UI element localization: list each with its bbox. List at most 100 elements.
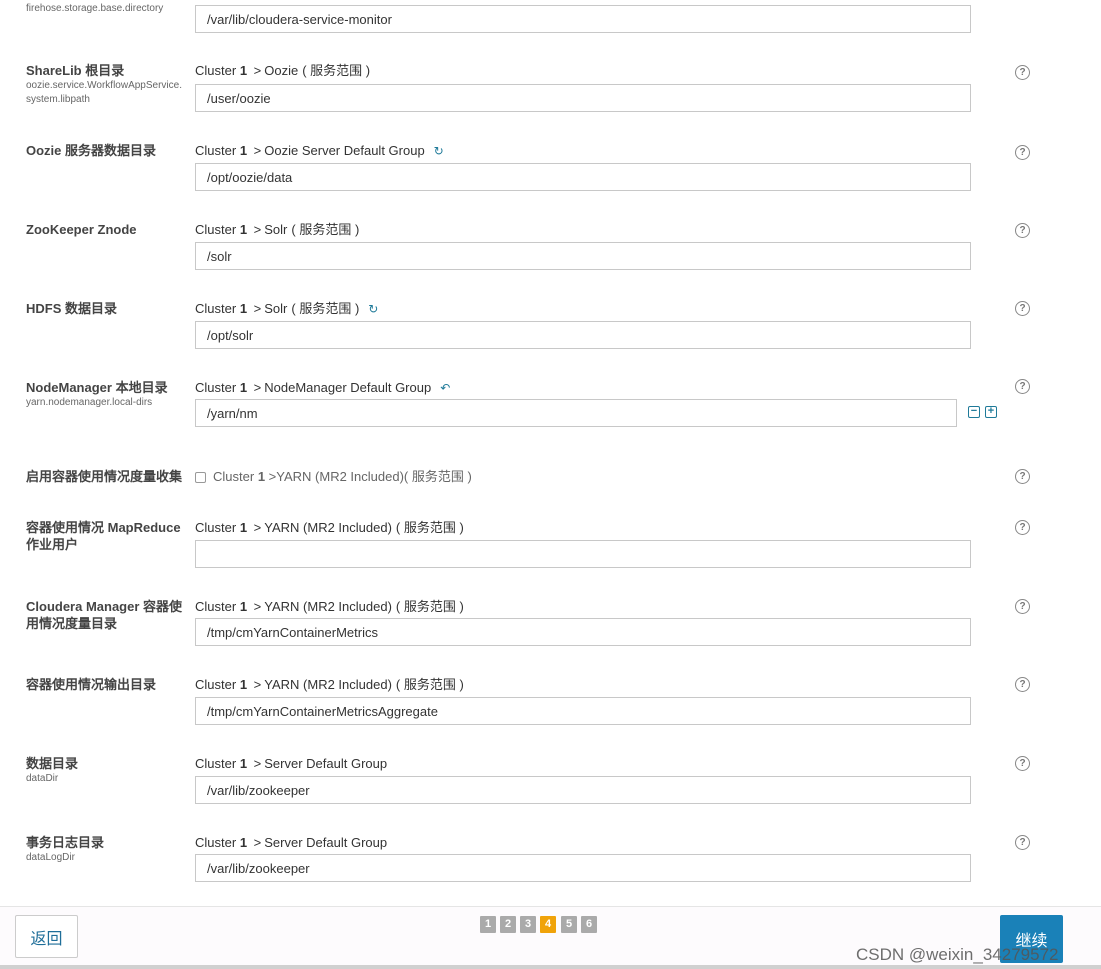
config-title: NodeManager 本地目录 <box>26 380 168 395</box>
help-icon[interactable]: ? <box>1015 835 1030 850</box>
config-scope: Cluster 1 >YARN (MR2 Included)( 服务范围 ) <box>195 520 464 536</box>
scope-target: YARN (MR2 Included) <box>276 469 404 484</box>
remove-value-icon[interactable]: − <box>968 406 980 418</box>
page-step-2[interactable]: 2 <box>500 916 516 933</box>
scope-cluster-number: 1 <box>239 380 248 395</box>
config-label: Oozie 服务器数据目录 <box>26 142 186 159</box>
help-icon[interactable]: ? <box>1015 520 1030 535</box>
scope-separator: > <box>253 756 262 771</box>
config-label: ShareLib 根目录 oozie.service.WorkflowAppSe… <box>26 62 186 107</box>
page-step-6[interactable]: 6 <box>581 916 597 933</box>
scope-cluster-number: 1 <box>239 599 248 614</box>
config-label: firehose.storage.base.directory <box>26 2 186 16</box>
config-key: firehose.storage.base.directory <box>26 3 164 14</box>
add-value-icon[interactable]: + <box>985 406 997 418</box>
scope-cluster: Cluster <box>195 222 237 237</box>
wizard-footer: 返回 1 2 3 4 5 6 继续 CSDN @weixin_34279572 <box>0 906 1101 969</box>
config-value-input[interactable] <box>195 242 971 270</box>
scope-cluster: Cluster <box>195 835 237 850</box>
config-value-input[interactable] <box>195 618 971 646</box>
config-scope: Cluster 1 >YARN (MR2 Included)( 服务范围 ) <box>195 677 464 693</box>
config-title: 启用容器使用情况度量收集 <box>26 469 183 484</box>
page-step-5[interactable]: 5 <box>561 916 577 933</box>
scope-cluster-number: 1 <box>239 301 248 316</box>
scope-cluster: Cluster <box>195 599 237 614</box>
refresh-icon[interactable]: ↻ <box>368 301 378 317</box>
scope-cluster: Cluster <box>195 756 237 771</box>
config-label: 容器使用情况 MapReduce 作业用户 <box>26 519 186 553</box>
config-value-input[interactable] <box>195 84 971 112</box>
undo-icon[interactable]: ↶ <box>440 380 450 396</box>
help-icon[interactable]: ? <box>1015 301 1030 316</box>
config-scope: Cluster 1 >YARN (MR2 Included)( 服务范围 ) <box>195 599 464 615</box>
back-button[interactable]: 返回 <box>15 915 78 958</box>
scope-cluster: Cluster <box>195 677 237 692</box>
config-value-input[interactable] <box>195 321 971 349</box>
scope-separator: > <box>253 599 262 614</box>
config-title: HDFS 数据目录 <box>26 301 118 316</box>
config-value-input[interactable] <box>195 854 971 882</box>
config-label: 容器使用情况输出目录 <box>26 676 186 693</box>
scope-separator: > <box>253 63 262 78</box>
scope-cluster: Cluster <box>213 469 255 484</box>
scope-cluster-number: 1 <box>239 520 248 535</box>
config-label: ZooKeeper Znode <box>26 221 186 238</box>
scope-cluster-number: 1 <box>239 222 248 237</box>
config-value-input[interactable] <box>195 697 971 725</box>
enable-checkbox[interactable] <box>195 472 206 483</box>
help-icon[interactable]: ? <box>1015 599 1030 614</box>
page-step-1[interactable]: 1 <box>480 916 496 933</box>
config-scope: Cluster 1 > Oozie Server Default Group ↻ <box>195 143 444 159</box>
config-title: 容器使用情况 MapReduce 作业用户 <box>26 520 181 552</box>
config-title: ZooKeeper Znode <box>26 222 137 237</box>
page-step-3[interactable]: 3 <box>520 916 536 933</box>
page-step-4[interactable]: 4 <box>540 916 556 933</box>
scope-separator: > <box>253 301 262 316</box>
config-label: HDFS 数据目录 <box>26 300 186 317</box>
scope-cluster-number: 1 <box>239 677 248 692</box>
config-label: 事务日志目录 dataLogDir <box>26 834 186 865</box>
help-icon[interactable]: ? <box>1015 677 1030 692</box>
scope-target: NodeManager Default Group <box>264 380 432 395</box>
config-scope: Cluster 1 > Server Default Group <box>195 756 387 772</box>
scope-cluster: Cluster <box>195 520 237 535</box>
config-scope: Cluster 1 > Oozie( 服务范围 ) <box>195 63 370 79</box>
scope-cluster: Cluster <box>195 380 237 395</box>
config-scope: Cluster 1 > Solr( 服务范围 ) <box>195 222 359 238</box>
config-key: oozie.service.WorkflowAppService.system.… <box>26 80 182 105</box>
config-label: Cloudera Manager 容器使用情况度量目录 <box>26 598 186 632</box>
scope-cluster: Cluster <box>195 301 237 316</box>
config-value-input[interactable] <box>195 540 971 568</box>
config-label: NodeManager 本地目录 yarn.nodemanager.local-… <box>26 379 186 410</box>
config-value-input[interactable] <box>195 163 971 191</box>
scope-paren: ( 服务范围 ) <box>395 599 464 614</box>
config-value-input[interactable] <box>195 5 971 33</box>
scope-target: Oozie <box>264 63 299 78</box>
config-title: 数据目录 <box>26 756 79 771</box>
scope-paren: ( 服务范围 ) <box>302 63 371 78</box>
refresh-icon[interactable]: ↻ <box>434 143 444 159</box>
scope-target: Solr <box>264 222 288 237</box>
scope-paren: ( 服务范围 ) <box>403 469 472 484</box>
config-title: ShareLib 根目录 <box>26 63 125 78</box>
help-icon[interactable]: ? <box>1015 145 1030 160</box>
config-scope: Cluster 1 >YARN (MR2 Included)( 服务范围 ) <box>213 469 472 485</box>
help-icon[interactable]: ? <box>1015 379 1030 394</box>
help-icon[interactable]: ? <box>1015 223 1030 238</box>
config-scope: Cluster 1 > Server Default Group <box>195 835 387 851</box>
help-icon[interactable]: ? <box>1015 469 1030 484</box>
help-icon[interactable]: ? <box>1015 65 1030 80</box>
scope-target: Solr <box>264 301 288 316</box>
scope-target: Server Default Group <box>264 756 388 771</box>
config-value-input[interactable] <box>195 399 957 427</box>
config-key: dataDir <box>26 773 59 784</box>
config-title: Cloudera Manager 容器使用情况度量目录 <box>26 599 183 631</box>
scope-cluster-number: 1 <box>257 469 266 484</box>
config-value-input[interactable] <box>195 776 971 804</box>
scope-paren: ( 服务范围 ) <box>395 520 464 535</box>
config-key: dataLogDir <box>26 852 75 863</box>
config-key: yarn.nodemanager.local-dirs <box>26 397 153 408</box>
help-icon[interactable]: ? <box>1015 756 1030 771</box>
scope-separator: > <box>253 222 262 237</box>
scope-separator: > <box>253 835 262 850</box>
